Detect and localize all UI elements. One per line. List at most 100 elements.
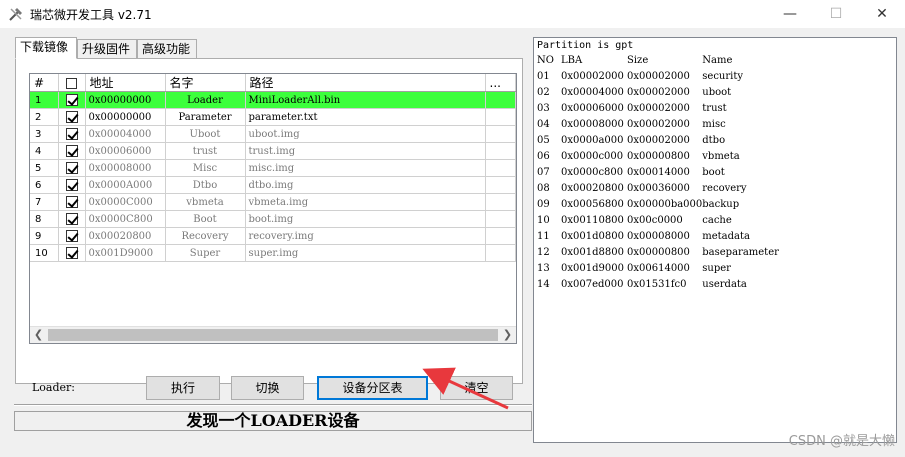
row-number: 9 xyxy=(30,227,59,245)
row-address[interactable]: 0x0000A000 xyxy=(85,176,166,194)
row-name[interactable]: Boot xyxy=(165,210,246,228)
row-path[interactable]: MiniLoaderAll.bin xyxy=(245,91,486,109)
clear-button[interactable]: 清空 xyxy=(440,376,513,400)
row-checkbox[interactable] xyxy=(58,227,86,245)
row-name[interactable]: vbmeta xyxy=(165,193,246,211)
row-path[interactable]: misc.img xyxy=(245,159,486,177)
status-bar: 发现一个LOADER设备 xyxy=(14,411,532,431)
row-name[interactable]: Misc xyxy=(165,159,246,177)
col-address-header[interactable]: 地址 xyxy=(85,74,166,92)
row-browse[interactable] xyxy=(485,227,516,245)
log-row: 03 0x00006000 0x00002000 trust xyxy=(537,102,727,114)
log-row: 04 0x00008000 0x00002000 misc xyxy=(537,118,726,130)
partition-table-button[interactable]: 设备分区表 xyxy=(317,376,428,400)
table-row[interactable]: 6 0x0000A000 Dtbo dtbo.img xyxy=(30,176,516,194)
scroll-left-icon[interactable]: ❮ xyxy=(30,327,47,343)
row-checkbox[interactable] xyxy=(58,125,86,143)
maximize-button[interactable]: ☐ xyxy=(813,0,859,28)
tools-icon xyxy=(9,8,22,21)
row-checkbox[interactable] xyxy=(58,193,86,211)
image-table: # 地址 名字 路径 ... 1 0x00000000 Loader MiniL… xyxy=(30,74,516,262)
tab-upgrade-firmware[interactable]: 升级固件 xyxy=(77,39,137,59)
row-checkbox[interactable] xyxy=(58,108,86,126)
close-button[interactable]: ✕ xyxy=(859,0,905,28)
row-browse[interactable] xyxy=(485,244,516,262)
col-more-header[interactable]: ... xyxy=(485,74,516,92)
scrollbar-thumb[interactable] xyxy=(48,329,498,341)
row-address[interactable]: 0x00000000 xyxy=(85,91,166,109)
table-row[interactable]: 8 0x0000C800 Boot boot.img xyxy=(30,210,516,228)
row-address[interactable]: 0x00020800 xyxy=(85,227,166,245)
switch-button[interactable]: 切换 xyxy=(231,376,304,400)
execute-button[interactable]: 执行 xyxy=(146,376,220,400)
row-path[interactable]: super.img xyxy=(245,244,486,262)
col-path-header[interactable]: 路径 xyxy=(245,74,486,92)
row-path[interactable]: trust.img xyxy=(245,142,486,160)
col-number-header[interactable]: # xyxy=(30,74,59,92)
row-name[interactable]: Recovery xyxy=(165,227,246,245)
table-row[interactable]: 7 0x0000C000 vbmeta vbmeta.img xyxy=(30,193,516,211)
row-checkbox[interactable] xyxy=(58,244,86,262)
table-row[interactable]: 2 0x00000000 Parameter parameter.txt xyxy=(30,108,516,126)
select-all-checkbox[interactable] xyxy=(66,77,77,89)
row-browse[interactable] xyxy=(485,210,516,228)
row-browse[interactable] xyxy=(485,193,516,211)
row-checkbox[interactable] xyxy=(58,210,86,228)
row-checkbox[interactable] xyxy=(58,159,86,177)
row-browse[interactable] xyxy=(485,108,516,126)
log-columns: NO LBA Size Name xyxy=(537,52,802,68)
row-address[interactable]: 0x0000C000 xyxy=(85,193,166,211)
scroll-right-icon[interactable]: ❯ xyxy=(499,327,516,343)
table-row[interactable]: 1 0x00000000 Loader MiniLoaderAll.bin xyxy=(30,91,516,109)
row-address[interactable]: 0x00000000 xyxy=(85,108,166,126)
table-row[interactable]: 9 0x00020800 Recovery recovery.img xyxy=(30,227,516,245)
table-row[interactable]: 10 0x001D9000 Super super.img xyxy=(30,244,516,262)
log-row: 10 0x00110800 0x00c0000 cache xyxy=(537,214,732,226)
row-name[interactable]: Parameter xyxy=(165,108,246,126)
watermark: CSDN @就是大懒 xyxy=(788,434,895,449)
row-path[interactable]: parameter.txt xyxy=(245,108,486,126)
row-browse[interactable] xyxy=(485,176,516,194)
row-address[interactable]: 0x00008000 xyxy=(85,159,166,177)
log-row: 13 0x001d9000 0x00614000 super xyxy=(537,262,731,274)
row-path[interactable]: vbmeta.img xyxy=(245,193,486,211)
horizontal-scrollbar[interactable]: ❮ ❯ xyxy=(30,326,516,343)
log-row: 09 0x00056800 0x00000ba000 backup xyxy=(537,198,740,210)
log-col-no: NO xyxy=(537,54,554,66)
row-path[interactable]: boot.img xyxy=(245,210,486,228)
row-path[interactable]: dtbo.img xyxy=(245,176,486,194)
row-name[interactable]: Super xyxy=(165,244,246,262)
row-name[interactable]: trust xyxy=(165,142,246,160)
row-address[interactable]: 0x0000C800 xyxy=(85,210,166,228)
image-list-grid: # 地址 名字 路径 ... 1 0x00000000 Loader MiniL… xyxy=(29,73,517,344)
tab-advanced[interactable]: 高级功能 xyxy=(137,39,197,59)
row-address[interactable]: 0x001D9000 xyxy=(85,244,166,262)
row-name[interactable]: Uboot xyxy=(165,125,246,143)
row-checkbox[interactable] xyxy=(58,91,86,109)
row-browse[interactable] xyxy=(485,125,516,143)
row-number: 1 xyxy=(30,91,59,109)
row-number: 2 xyxy=(30,108,59,126)
log-panel[interactable]: Partition is gpt NO LBA Size Name 01 0x00… xyxy=(533,37,897,443)
row-number: 5 xyxy=(30,159,59,177)
row-checkbox[interactable] xyxy=(58,142,86,160)
row-browse[interactable] xyxy=(485,142,516,160)
col-name-header[interactable]: 名字 xyxy=(165,74,246,92)
tab-download-image[interactable]: 下载镜像 xyxy=(15,37,77,59)
row-name[interactable]: Loader xyxy=(165,91,246,109)
col-check-header[interactable] xyxy=(58,74,86,92)
row-browse[interactable] xyxy=(485,159,516,177)
row-address[interactable]: 0x00004000 xyxy=(85,125,166,143)
table-row[interactable]: 3 0x00004000 Uboot uboot.img xyxy=(30,125,516,143)
log-row: 14 0x007ed000 0x01531fc0 userdata xyxy=(537,278,747,290)
row-browse[interactable] xyxy=(485,91,516,109)
row-name[interactable]: Dtbo xyxy=(165,176,246,194)
row-path[interactable]: uboot.img xyxy=(245,125,486,143)
table-row[interactable]: 5 0x00008000 Misc misc.img xyxy=(30,159,516,177)
window-title: 瑞芯微开发工具 v2.71 xyxy=(30,8,152,22)
table-row[interactable]: 4 0x00006000 trust trust.img xyxy=(30,142,516,160)
row-checkbox[interactable] xyxy=(58,176,86,194)
minimize-button[interactable]: — xyxy=(767,0,813,28)
row-path[interactable]: recovery.img xyxy=(245,227,486,245)
row-address[interactable]: 0x00006000 xyxy=(85,142,166,160)
